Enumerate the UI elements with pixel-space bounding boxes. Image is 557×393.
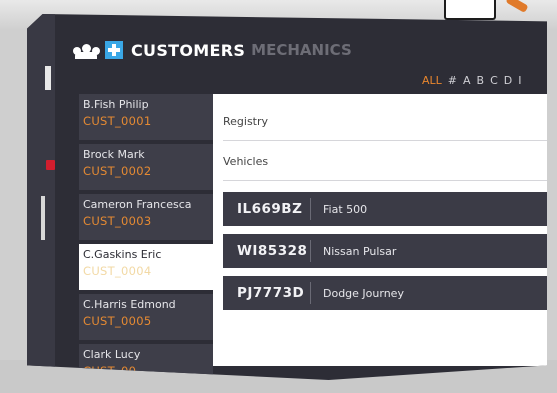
registry-label: Registry bbox=[223, 114, 269, 128]
customer-id: CUST_0004 bbox=[83, 264, 152, 278]
customer-list: B.Fish Philip CUST_0001 Brock Mark CUST_… bbox=[79, 94, 213, 380]
customer-id: CUST_0003 bbox=[83, 214, 152, 228]
vehicles-label: Vehicles bbox=[223, 154, 269, 168]
customer-item-selected[interactable]: C.Gaskins Eric CUST_0004 bbox=[79, 244, 213, 290]
vehicle-row[interactable]: PJ7773D Dodge Journey bbox=[223, 276, 547, 310]
medical-cross-icon bbox=[105, 41, 123, 59]
customer-item[interactable]: Cameron Francesca CUST_0003 bbox=[79, 194, 213, 240]
vehicle-model: Fiat 500 bbox=[323, 202, 368, 216]
rail-mark bbox=[45, 66, 51, 90]
tab-customers[interactable]: CUSTOMERS bbox=[131, 41, 245, 60]
board-header: CUSTOMERS MECHANICS bbox=[73, 38, 352, 62]
vehicle-model: Dodge Journey bbox=[323, 286, 404, 300]
customer-id: CUST_0001 bbox=[83, 114, 152, 128]
filter-a[interactable]: A bbox=[463, 74, 471, 87]
customer-name: Brock Mark bbox=[83, 148, 145, 161]
rail-arrow-icon bbox=[41, 196, 45, 240]
vehicles-section[interactable]: Vehicles bbox=[223, 142, 547, 181]
customer-name: B.Fish Philip bbox=[83, 98, 149, 111]
filter-c[interactable]: C bbox=[490, 74, 498, 87]
vehicle-row[interactable]: IL669BZ Fiat 500 bbox=[223, 192, 547, 226]
customer-detail-pane: Registry Vehicles IL669BZ Fiat 500 WI853… bbox=[213, 94, 547, 366]
customers-board: CUSTOMERS MECHANICS ALL # A B C D I B.Fi… bbox=[27, 14, 547, 380]
alphabet-filter: ALL # A B C D I bbox=[422, 74, 522, 87]
tab-mechanics[interactable]: MECHANICS bbox=[251, 41, 352, 59]
vehicle-plate: IL669BZ bbox=[223, 198, 311, 220]
filter-d[interactable]: D bbox=[504, 74, 512, 87]
customer-id: CUST_0005 bbox=[83, 314, 152, 328]
notification-marker bbox=[46, 160, 55, 170]
vehicle-model: Nissan Pulsar bbox=[323, 244, 397, 258]
filter-all[interactable]: ALL bbox=[422, 74, 442, 87]
vehicle-plate: WI85328 bbox=[223, 240, 311, 262]
monitor-icon bbox=[444, 0, 496, 20]
vehicle-row[interactable]: WI85328 Nissan Pulsar bbox=[223, 234, 547, 268]
customer-item[interactable]: B.Fish Philip CUST_0001 bbox=[79, 94, 213, 140]
customer-name: C.Harris Edmond bbox=[83, 298, 176, 311]
filter-i[interactable]: I bbox=[518, 74, 521, 87]
people-icon bbox=[73, 42, 100, 59]
filter-b[interactable]: B bbox=[477, 74, 485, 87]
customer-name: Cameron Francesca bbox=[83, 198, 192, 211]
registry-section[interactable]: Registry bbox=[223, 102, 547, 141]
customer-name: Clark Lucy bbox=[83, 348, 141, 361]
customer-item[interactable]: Brock Mark CUST_0002 bbox=[79, 144, 213, 190]
customer-item[interactable]: C.Harris Edmond CUST_0005 bbox=[79, 294, 213, 340]
customer-name: C.Gaskins Eric bbox=[83, 248, 162, 261]
vehicle-plate: PJ7773D bbox=[223, 282, 311, 304]
customer-id: CUST_0002 bbox=[83, 164, 152, 178]
filter-hash[interactable]: # bbox=[448, 74, 457, 87]
board-left-rail bbox=[27, 14, 55, 380]
